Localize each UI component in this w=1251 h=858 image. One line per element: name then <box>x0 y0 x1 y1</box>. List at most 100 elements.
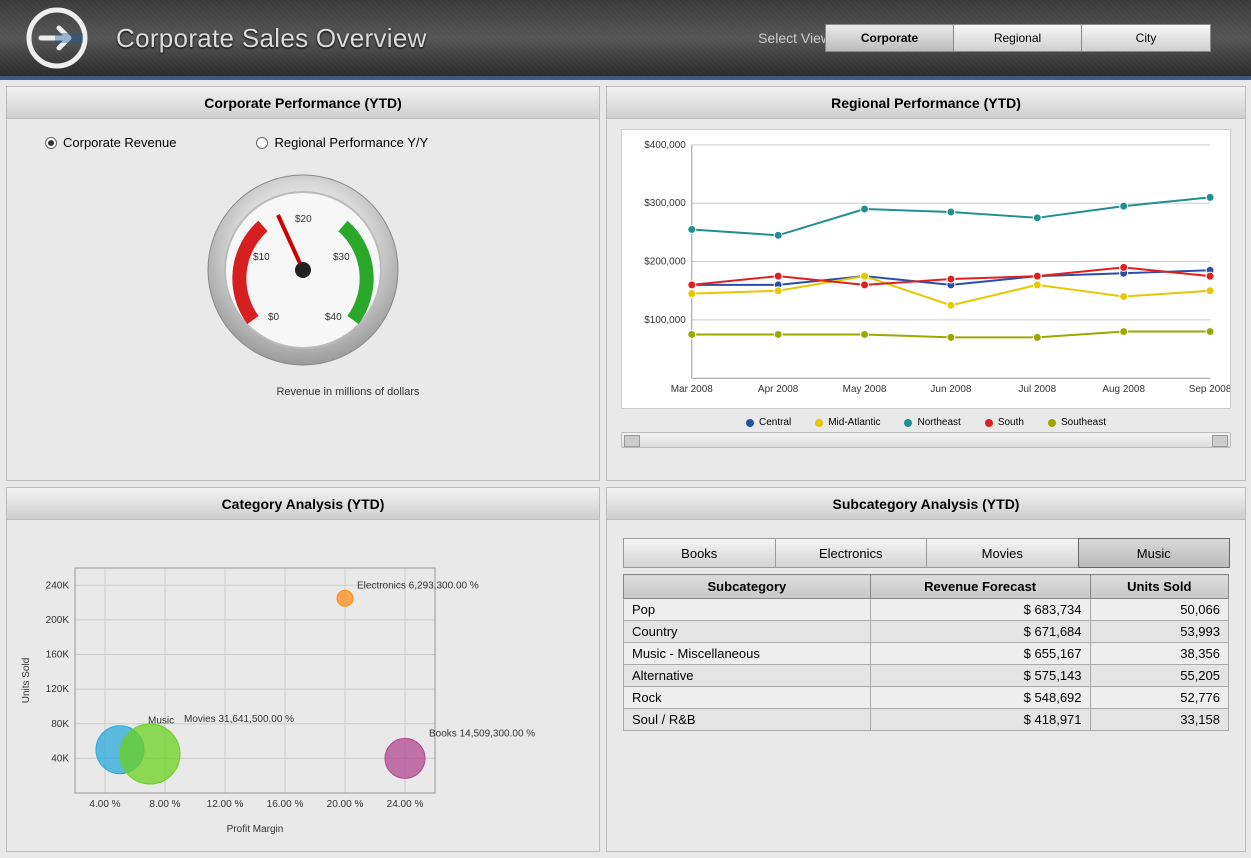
legend-label: Southeast <box>1061 417 1106 428</box>
svg-text:80K: 80K <box>51 719 69 730</box>
app-header: Corporate Sales Overview Select View Cor… <box>0 0 1251 80</box>
radio-dot-icon <box>256 137 268 149</box>
table-header[interactable]: Revenue Forecast <box>870 575 1090 599</box>
view-tabs: Corporate Regional City <box>825 24 1211 52</box>
svg-text:Units Sold: Units Sold <box>21 658 32 704</box>
subcategory-tabs: BooksElectronicsMoviesMusic <box>623 538 1229 568</box>
panel-title: Regional Performance (YTD) <box>607 87 1245 119</box>
radio-label: Corporate Revenue <box>63 135 176 150</box>
svg-text:4.00 %: 4.00 % <box>89 799 120 810</box>
svg-text:Jun 2008: Jun 2008 <box>930 384 971 395</box>
table-header[interactable]: Subcategory <box>624 575 871 599</box>
cell-subcategory: Rock <box>624 687 871 709</box>
legend-dot-icon <box>1048 419 1056 427</box>
gauge-tick: $10 <box>253 252 270 263</box>
subcategory-table: SubcategoryRevenue ForecastUnits Sold Po… <box>623 574 1229 731</box>
logo <box>12 3 102 73</box>
svg-text:Electronics 6,293,300.00 %: Electronics 6,293,300.00 % <box>357 580 479 591</box>
legend-dot-icon <box>746 419 754 427</box>
svg-text:Profit Margin: Profit Margin <box>227 824 284 835</box>
svg-text:160K: 160K <box>46 650 70 661</box>
legend-item[interactable]: South <box>985 417 1024 428</box>
cell-units: 33,158 <box>1090 709 1228 731</box>
subtab-movies[interactable]: Movies <box>926 538 1079 568</box>
svg-text:$400,000: $400,000 <box>644 140 686 151</box>
cell-revenue: $ 548,692 <box>870 687 1090 709</box>
svg-text:8.00 %: 8.00 % <box>149 799 180 810</box>
gauge-tick: $40 <box>325 312 342 323</box>
legend-label: Mid-Atlantic <box>828 417 880 428</box>
metric-radio-group: Corporate Revenue Regional Performance Y… <box>15 127 591 160</box>
svg-text:Sep 2008: Sep 2008 <box>1189 384 1230 395</box>
bubble-chart-svg: 4.00 %8.00 %12.00 %16.00 %20.00 %24.00 %… <box>15 528 575 838</box>
subtab-music[interactable]: Music <box>1078 538 1231 568</box>
cell-revenue: $ 683,734 <box>870 599 1090 621</box>
gauge-tick: $0 <box>268 312 280 323</box>
view-tab-city[interactable]: City <box>1082 25 1210 51</box>
radio-dot-icon <box>45 137 57 149</box>
legend-dot-icon <box>815 419 823 427</box>
cell-subcategory: Music - Miscellaneous <box>624 643 871 665</box>
legend-dot-icon <box>904 419 912 427</box>
svg-text:Mar 2008: Mar 2008 <box>671 384 714 395</box>
panel-body: 4.00 %8.00 %12.00 %16.00 %20.00 %24.00 %… <box>7 520 599 851</box>
legend-item[interactable]: Central <box>746 417 791 428</box>
gauge-tick: $20 <box>295 214 312 225</box>
page-title: Corporate Sales Overview <box>116 23 427 54</box>
svg-text:Apr 2008: Apr 2008 <box>758 384 799 395</box>
legend-dot-icon <box>985 419 993 427</box>
svg-text:$200,000: $200,000 <box>644 257 686 268</box>
panel-body: Corporate Revenue Regional Performance Y… <box>7 119 599 480</box>
radio-label: Regional Performance Y/Y <box>274 135 428 150</box>
view-tab-regional[interactable]: Regional <box>954 25 1082 51</box>
dashboard-grid: Corporate Performance (YTD) Corporate Re… <box>0 80 1251 858</box>
subtab-books[interactable]: Books <box>623 538 776 568</box>
svg-text:$100,000: $100,000 <box>644 315 686 326</box>
svg-text:40K: 40K <box>51 753 69 764</box>
table-row[interactable]: Country$ 671,68453,993 <box>624 621 1229 643</box>
subtab-electronics[interactable]: Electronics <box>775 538 928 568</box>
cell-units: 50,066 <box>1090 599 1228 621</box>
svg-text:$300,000: $300,000 <box>644 198 686 209</box>
table-row[interactable]: Rock$ 548,69252,776 <box>624 687 1229 709</box>
legend-item[interactable]: Southeast <box>1048 417 1106 428</box>
panel-title: Subcategory Analysis (YTD) <box>607 488 1245 520</box>
arrow-circle-icon <box>17 3 97 73</box>
svg-text:Aug 2008: Aug 2008 <box>1102 384 1145 395</box>
chart-scrollbar[interactable] <box>621 432 1231 448</box>
legend-item[interactable]: Mid-Atlantic <box>815 417 880 428</box>
view-tab-corporate[interactable]: Corporate <box>826 25 954 51</box>
panel-regional-performance: Regional Performance (YTD) $100,000 $200,… <box>606 86 1246 481</box>
table-row[interactable]: Music - Miscellaneous$ 655,16738,356 <box>624 643 1229 665</box>
svg-text:240K: 240K <box>46 580 70 591</box>
table-row[interactable]: Soul / R&B$ 418,97133,158 <box>624 709 1229 731</box>
cell-subcategory: Alternative <box>624 665 871 687</box>
table-row[interactable]: Alternative$ 575,14355,205 <box>624 665 1229 687</box>
cell-revenue: $ 418,971 <box>870 709 1090 731</box>
panel-category-analysis: Category Analysis (YTD) 4.00 % 8.00 % 12.0… <box>6 487 600 852</box>
line-chart-svg: $100,000 $200,000 $300,000 $400,000 Mar 2008… <box>622 130 1230 408</box>
legend-label: Central <box>759 417 791 428</box>
cell-subcategory: Pop <box>624 599 871 621</box>
legend-label: South <box>998 417 1024 428</box>
legend-item[interactable]: Northeast <box>904 417 960 428</box>
svg-text:12.00 %: 12.00 % <box>207 799 244 810</box>
svg-text:May 2008: May 2008 <box>843 384 887 395</box>
cell-units: 52,776 <box>1090 687 1228 709</box>
panel-title: Category Analysis (YTD) <box>7 488 599 520</box>
cell-subcategory: Country <box>624 621 871 643</box>
svg-text:20.00 %: 20.00 % <box>327 799 364 810</box>
radio-corporate-revenue[interactable]: Corporate Revenue <box>45 135 176 150</box>
table-row[interactable]: Pop$ 683,73450,066 <box>624 599 1229 621</box>
svg-text:16.00 %: 16.00 % <box>267 799 304 810</box>
cell-revenue: $ 671,684 <box>870 621 1090 643</box>
gauge: $0 $10 $20 $30 $40 Revenue in millions o… <box>15 160 591 398</box>
gauge-icon: $0 $10 $20 $30 $40 <box>193 160 413 380</box>
table-header[interactable]: Units Sold <box>1090 575 1228 599</box>
svg-text:Movies 31,641,500.00 %: Movies 31,641,500.00 % <box>184 714 294 725</box>
cell-subcategory: Soul / R&B <box>624 709 871 731</box>
svg-text:Jul 2008: Jul 2008 <box>1018 384 1056 395</box>
radio-regional-yoy[interactable]: Regional Performance Y/Y <box>256 135 428 150</box>
panel-body: $100,000 $200,000 $300,000 $400,000 Mar 2008… <box>607 119 1245 480</box>
panel-corporate-performance: Corporate Performance (YTD) Corporate Re… <box>6 86 600 481</box>
